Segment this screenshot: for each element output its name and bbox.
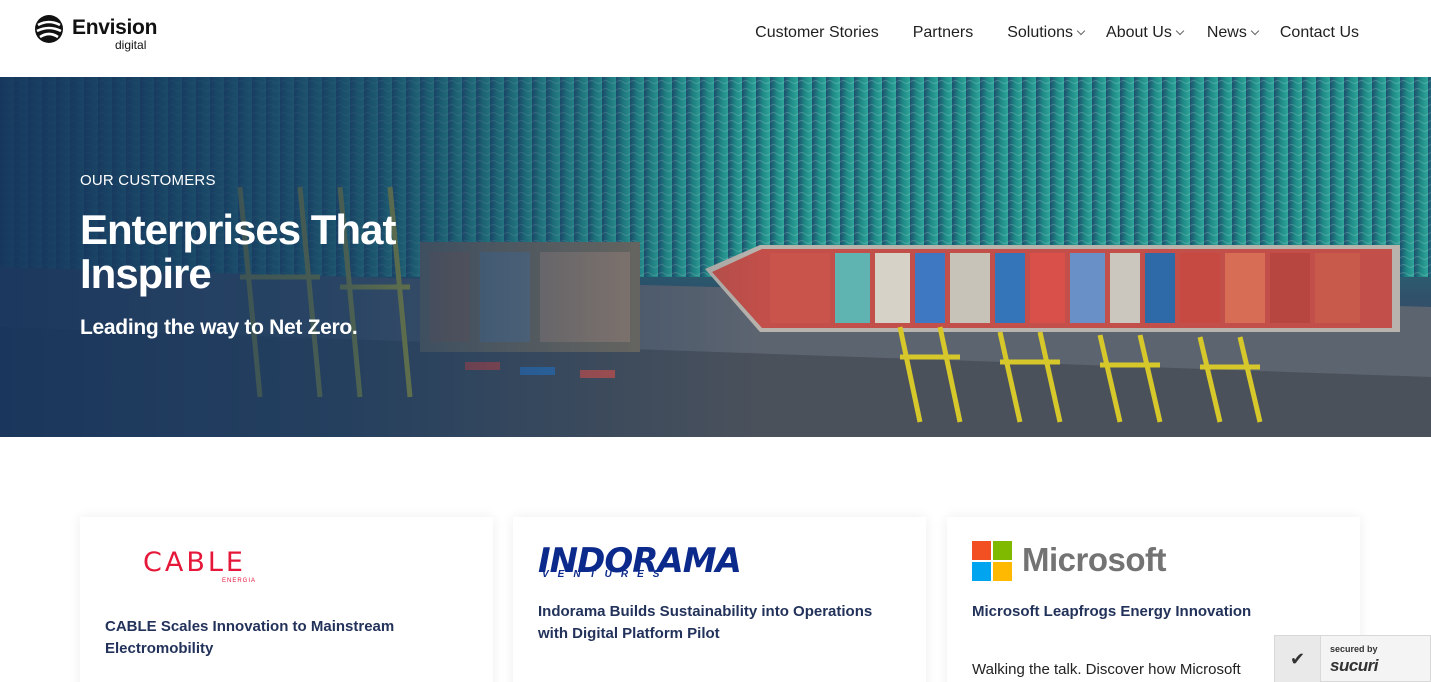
cable-logo-text: CABLE	[143, 547, 246, 578]
cable-logo-sub: ENERGIA	[222, 578, 257, 584]
card-title[interactable]: Microsoft Leapfrogs Energy Innovation	[972, 601, 1332, 623]
nav-label: Solutions	[1007, 24, 1074, 41]
envision-logo-icon	[35, 15, 63, 43]
cable-logo: CABLE ENERGIA	[105, 541, 345, 585]
logo-subtitle: digital	[115, 38, 147, 52]
microsoft-logo: Microsoft	[972, 541, 1172, 585]
main-nav: Customer Stories Partners Solutions Abou…	[755, 22, 1359, 44]
customer-card-indorama[interactable]: INDORAMA VENTURES Indorama Builds Sustai…	[513, 517, 926, 682]
hero-title: Enterprises That Inspire	[80, 206, 396, 297]
chevron-down-icon	[1250, 26, 1260, 36]
logo-name: Envision	[72, 16, 158, 39]
microsoft-logo-text: Microsoft	[1022, 541, 1167, 578]
nav-label: Contact Us	[1279, 24, 1359, 41]
customer-card-cable[interactable]: CABLE ENERGIA CABLE Scales Innovation to…	[80, 517, 493, 682]
sucuri-brand: sucuri	[1330, 656, 1379, 675]
chevron-down-icon	[1076, 26, 1086, 36]
hero-subtitle: Leading the way to Net Zero.	[80, 316, 358, 339]
ship-containers	[770, 253, 1360, 323]
nav-customer-stories[interactable]: Customer Stories	[755, 24, 879, 42]
card-title[interactable]: Indorama Builds Sustainability into Oper…	[538, 601, 898, 645]
site-header: Envision digital Customer Stories Partne…	[0, 0, 1431, 77]
nav-label: News	[1206, 24, 1247, 41]
hero-eyebrow: OUR CUSTOMERS	[80, 172, 216, 189]
nav-contact-us[interactable]: Contact Us	[1280, 24, 1359, 42]
hero-banner: OUR CUSTOMERS Enterprises That Inspire L…	[0, 77, 1431, 437]
sucuri-security-badge[interactable]: ✔ secured by sucuri	[1274, 635, 1431, 682]
secured-by-label: secured by	[1330, 644, 1378, 654]
indorama-logo-sub: VENTURES	[542, 569, 669, 580]
chevron-down-icon	[1175, 26, 1185, 36]
nav-solutions[interactable]: Solutions	[1007, 24, 1086, 42]
envision-logo[interactable]: Envision digital	[34, 14, 164, 56]
card-title[interactable]: CABLE Scales Innovation to Mainstream El…	[105, 616, 465, 660]
nav-news[interactable]: News	[1206, 24, 1260, 42]
nav-partners[interactable]: Partners	[913, 24, 973, 42]
nav-label: Customer Stories	[755, 24, 879, 41]
checkmark-icon: ✔	[1275, 636, 1321, 682]
nav-label: About Us	[1106, 24, 1172, 41]
nav-about-us[interactable]: About Us	[1106, 24, 1185, 42]
indorama-logo: INDORAMA VENTURES	[538, 541, 742, 585]
nav-label: Partners	[912, 24, 974, 41]
microsoft-windows-icon	[972, 541, 1012, 581]
